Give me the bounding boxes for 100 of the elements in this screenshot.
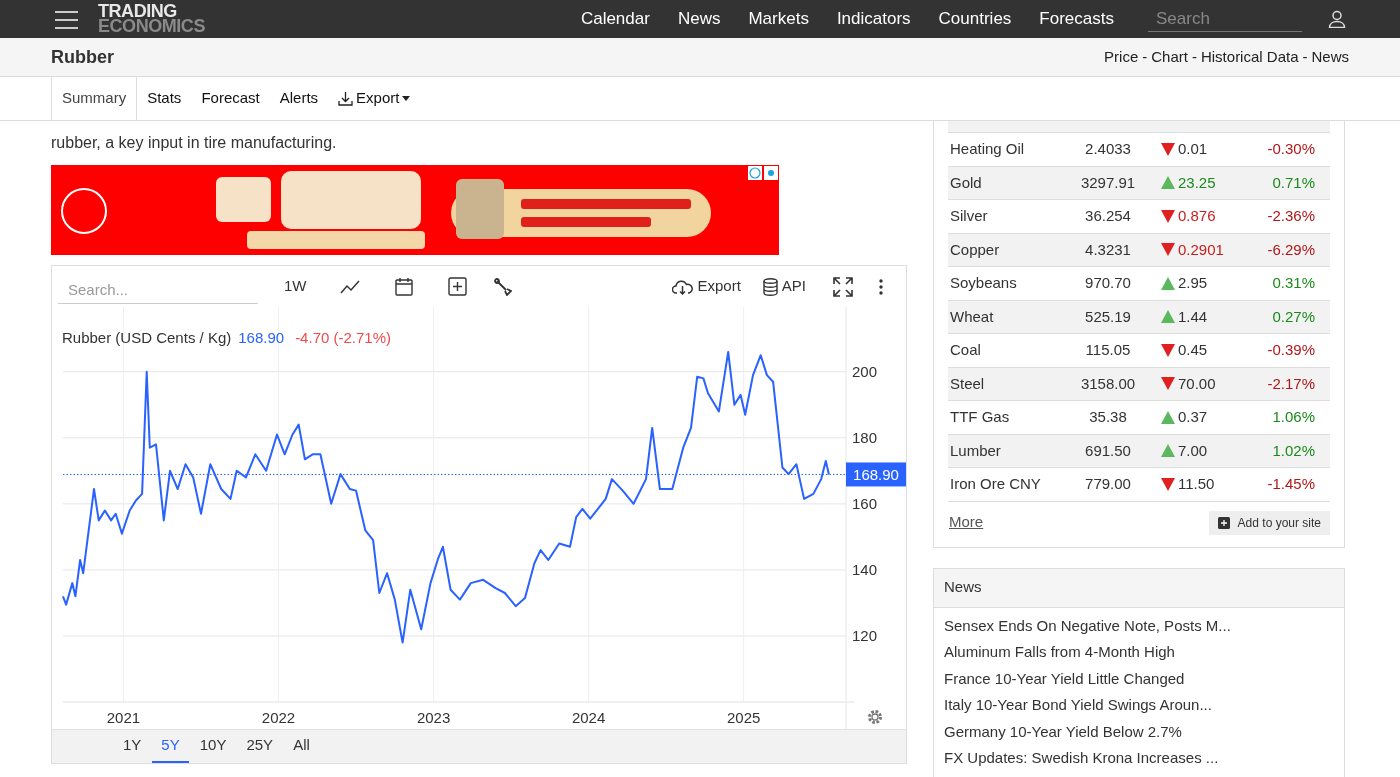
add-icon[interactable] — [447, 277, 467, 297]
page-link[interactable]: News — [1311, 45, 1349, 69]
range-tab[interactable]: 5Y — [152, 730, 189, 763]
link-separator: - — [1191, 46, 1197, 67]
page-link[interactable]: Price — [1104, 45, 1139, 69]
search-field[interactable]: Search... — [58, 275, 258, 304]
site-logo[interactable]: TRADING ECONOMICS — [98, 4, 205, 34]
table-cell-text: 7.00 — [1178, 440, 1208, 461]
table-cell-text: 2.4033 — [1084, 139, 1132, 159]
table-cell-text: 525.19 — [1084, 306, 1132, 327]
table-cell-text: 70.00 — [1178, 373, 1216, 394]
table-cell-text: 0.876 — [1178, 206, 1216, 226]
axis-label: 120 — [852, 627, 878, 645]
news-link[interactable]: Aluminum Falls from 4-Month High — [944, 641, 1334, 668]
table-cell-text: 0.27% — [1272, 306, 1316, 327]
caret-icon — [402, 96, 411, 101]
news-link[interactable]: Sensex Ends On Negative Note, Posts M... — [944, 614, 1334, 641]
wrench-icon[interactable] — [493, 277, 512, 296]
fullscreen-icon[interactable] — [833, 276, 853, 297]
range-tab[interactable]: All — [284, 730, 319, 763]
table-cell-text: 35.38 — [1088, 407, 1128, 427]
table-cell-text: 0.37 — [1178, 407, 1208, 427]
table-cell-text: 11.50 — [1178, 474, 1215, 494]
tab[interactable]: Stats — [137, 77, 192, 120]
price-badge: 168.90 — [846, 462, 906, 487]
export-button[interactable]: Export — [672, 275, 741, 298]
commodity-name[interactable]: Wheat — [948, 305, 1073, 328]
ref-line-label: 168.90 — [853, 466, 899, 484]
line-chart-icon[interactable] — [339, 279, 360, 294]
commodity-name[interactable]: Soybeans — [948, 272, 1073, 295]
add-to-site-button[interactable]: Add to your site — [1208, 510, 1330, 535]
news-link[interactable]: France 10-Year Yield Little Changed — [944, 667, 1334, 694]
table-cell-text: -2.36% — [1267, 206, 1316, 226]
page-link[interactable]: Chart — [1151, 45, 1188, 69]
table-cell-text: -2.17% — [1267, 373, 1316, 394]
commodity-name[interactable]: Coal — [948, 339, 1073, 362]
page-link[interactable]: Historical Data — [1200, 45, 1299, 69]
table-cell-text: 3158.00 — [1079, 373, 1137, 394]
axis-label: 2022 — [261, 709, 296, 727]
range-tab[interactable]: 10Y — [190, 730, 236, 763]
page-title: Rubber — [51, 45, 114, 69]
axis-label: 200 — [852, 363, 878, 381]
axis-label: 2021 — [106, 709, 141, 727]
nav-link[interactable]: Calendar — [580, 6, 650, 32]
nav-link[interactable]: Countries — [938, 6, 1012, 32]
axis-label: 2024 — [571, 709, 606, 727]
table-cell-text: 4.3231 — [1084, 239, 1132, 260]
table-cell-text: -0.39% — [1267, 340, 1316, 360]
cloud-download-icon — [672, 278, 694, 295]
news-link[interactable]: Italy 10-Year Bond Yield Swings Aroun... — [944, 694, 1334, 721]
commodity-name[interactable]: Heating Oil — [948, 138, 1073, 161]
commodity-name[interactable]: Copper — [948, 238, 1073, 261]
table-cell-text: 2.95 — [1178, 273, 1208, 293]
user-icon[interactable] — [1328, 10, 1346, 28]
nav-link[interactable]: News — [677, 6, 721, 32]
table-cell-text: 1.44 — [1178, 306, 1208, 327]
more-icon[interactable] — [879, 278, 883, 295]
table-cell-text: 1.06% — [1272, 407, 1316, 427]
commodity-name[interactable]: Gold — [948, 171, 1073, 194]
commodity-name[interactable]: TTF Gas — [948, 406, 1073, 429]
range-tab[interactable]: 1Y — [114, 730, 151, 763]
chart-legend-title: Rubber (USD Cents / Kg) — [62, 328, 232, 349]
api-button[interactable]: API — [762, 275, 806, 298]
nav-link[interactable]: Markets — [748, 6, 809, 32]
table-cell-text: 0.31% — [1272, 273, 1316, 293]
table-cell-text: 23.25 — [1178, 172, 1216, 193]
range-tab[interactable]: 25Y — [237, 730, 283, 763]
menu-icon[interactable] — [55, 9, 78, 29]
axis-label: 2023 — [416, 709, 451, 727]
export-dropdown[interactable]: Export — [328, 77, 421, 120]
table-cell-text: 3297.91 — [1079, 172, 1137, 193]
table-cell-text: 0.2901 — [1178, 239, 1224, 260]
tab[interactable]: Forecast — [191, 77, 270, 120]
news-link[interactable]: Germany 10-Year Yield Below 2.7% — [944, 720, 1334, 747]
more-link[interactable]: More — [949, 511, 984, 534]
tab[interactable]: Alerts — [269, 77, 329, 120]
table-cell-text: -0.30% — [1267, 139, 1316, 159]
axis-label: 2025 — [727, 709, 761, 727]
period-button[interactable]: 1W — [284, 275, 307, 298]
commodity-name[interactable]: Lumber — [948, 439, 1073, 462]
commodity-name[interactable]: Steel — [948, 372, 1073, 395]
search-field[interactable]: Search — [1148, 6, 1302, 32]
commodity-name[interactable]: Silver — [948, 205, 1073, 228]
news-link[interactable]: FX Updates: Swedish Krona Increases ... — [944, 747, 1334, 774]
axis-label: 180 — [852, 429, 878, 447]
axis-label: 160 — [852, 495, 878, 513]
table-cell-text: 779.00 — [1084, 474, 1132, 494]
tab[interactable]: Summary — [51, 77, 138, 120]
database-icon — [762, 277, 778, 296]
plus-icon — [1217, 516, 1230, 529]
calendar-icon[interactable] — [394, 277, 413, 297]
chart-legend-change: -4.70 (-2.71%) — [295, 328, 391, 349]
nav-link[interactable]: Indicators — [836, 6, 911, 32]
table-cell-text: 36.254 — [1084, 206, 1132, 226]
axis-label: 140 — [852, 561, 878, 579]
nav-link[interactable]: Forecasts — [1039, 6, 1114, 32]
table-cell-text: -6.29% — [1267, 239, 1316, 260]
commodity-name[interactable]: Iron Ore CNY — [948, 473, 1073, 496]
download-icon — [338, 91, 354, 106]
link-separator: - — [1302, 46, 1308, 67]
